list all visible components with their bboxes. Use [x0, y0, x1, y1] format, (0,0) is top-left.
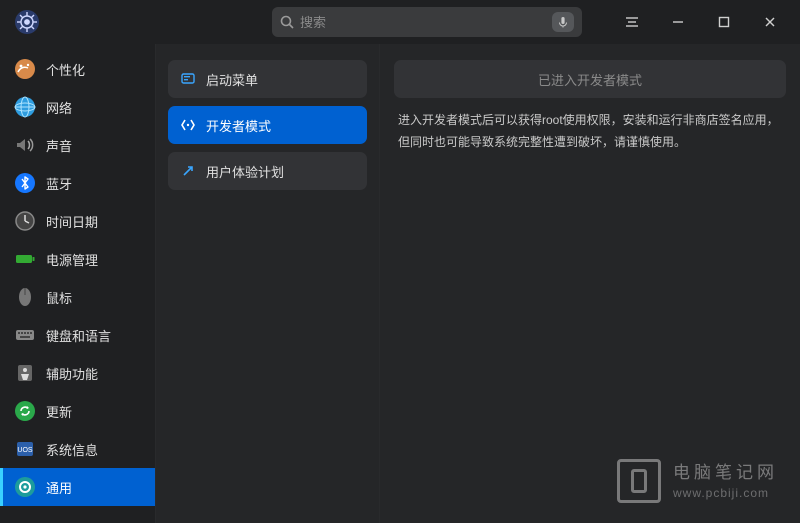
sidebar-item-label: 通用: [46, 478, 72, 497]
sidebar-item-power[interactable]: 电源管理: [0, 240, 155, 278]
developer-mode-status: 已进入开发者模式: [394, 60, 786, 98]
developer-mode-icon: [180, 117, 196, 133]
mouse-icon: [14, 286, 36, 308]
maximize-button[interactable]: [712, 10, 736, 34]
sidebar-item-keyboard[interactable]: 键盘和语言: [0, 316, 155, 354]
search-box[interactable]: [272, 7, 582, 37]
subnav-item-label: 用户体验计划: [206, 162, 284, 181]
general-icon: [14, 476, 36, 498]
sidebar-item-label: 系统信息: [46, 440, 98, 459]
primary-sidebar: 个性化 网络 声音 蓝牙: [0, 44, 155, 523]
subnav-item-label: 启动菜单: [206, 70, 258, 89]
voice-input-button[interactable]: [552, 12, 574, 32]
watermark-title: 电脑笔记网: [673, 461, 778, 485]
content-area: 已进入开发者模式 进入开发者模式后可以获得root使用权限，安装和运行非商店签名…: [379, 44, 800, 523]
watermark: 电脑笔记网 www.pcbiji.com: [617, 459, 778, 503]
subnav-item-boot-menu[interactable]: 启动菜单: [168, 60, 367, 98]
sound-icon: [14, 134, 36, 156]
subnav-item-ux-program[interactable]: 用户体验计划: [168, 152, 367, 190]
sidebar-item-sound[interactable]: 声音: [0, 126, 155, 164]
menu-button[interactable]: [620, 10, 644, 34]
sidebar-item-label: 声音: [46, 136, 72, 155]
sidebar-item-label: 键盘和语言: [46, 326, 111, 345]
boot-menu-icon: [180, 71, 196, 87]
subnav-item-developer-mode[interactable]: 开发者模式: [168, 106, 367, 144]
sidebar-item-personalization[interactable]: 个性化: [0, 50, 155, 88]
personalize-icon: [14, 58, 36, 80]
developer-mode-description: 进入开发者模式后可以获得root使用权限，安装和运行非商店签名应用，但同时也可能…: [394, 110, 786, 153]
watermark-url: www.pcbiji.com: [673, 485, 778, 502]
network-icon: [14, 96, 36, 118]
status-text: 已进入开发者模式: [538, 70, 642, 89]
update-icon: [14, 400, 36, 422]
sidebar-item-accessibility[interactable]: 辅助功能: [0, 354, 155, 392]
sidebar-item-datetime[interactable]: 时间日期: [0, 202, 155, 240]
sidebar-item-sysinfo[interactable]: UOS 系统信息: [0, 430, 155, 468]
sidebar-item-general[interactable]: 通用: [0, 468, 155, 506]
sidebar-item-label: 蓝牙: [46, 174, 72, 193]
sidebar-item-label: 时间日期: [46, 212, 98, 231]
sidebar-item-label: 更新: [46, 402, 72, 421]
search-input[interactable]: [300, 15, 552, 30]
sidebar-item-label: 个性化: [46, 60, 85, 79]
battery-icon: [14, 248, 36, 270]
minimize-button[interactable]: [666, 10, 690, 34]
clock-icon: [14, 210, 36, 232]
sidebar-item-label: 电源管理: [46, 250, 98, 269]
bluetooth-icon: [14, 172, 36, 194]
search-icon: [280, 15, 294, 29]
sidebar-item-network[interactable]: 网络: [0, 88, 155, 126]
sidebar-item-label: 网络: [46, 98, 72, 117]
svg-text:UOS: UOS: [17, 447, 33, 454]
secondary-panel: 启动菜单 开发者模式 用户体验计划: [155, 44, 379, 523]
sidebar-item-label: 鼠标: [46, 288, 72, 307]
titlebar: [0, 0, 800, 44]
watermark-logo-icon: [617, 459, 661, 503]
keyboard-icon: [14, 324, 36, 346]
ux-program-icon: [180, 163, 196, 179]
accessibility-icon: [14, 362, 36, 384]
sysinfo-icon: UOS: [14, 438, 36, 460]
app-icon: [14, 9, 40, 35]
sidebar-item-label: 辅助功能: [46, 364, 98, 383]
close-button[interactable]: [758, 10, 782, 34]
sidebar-item-update[interactable]: 更新: [0, 392, 155, 430]
subnav-item-label: 开发者模式: [206, 116, 271, 135]
sidebar-item-mouse[interactable]: 鼠标: [0, 278, 155, 316]
sidebar-item-bluetooth[interactable]: 蓝牙: [0, 164, 155, 202]
